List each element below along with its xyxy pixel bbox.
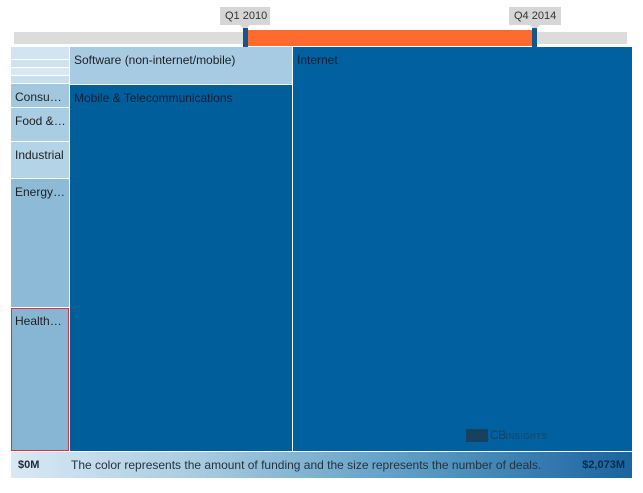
treemap-cell-healthcare[interactable]: Health…	[11, 308, 69, 451]
treemap-dashboard: Q1 2010 Q4 2014 Internet Mobile & Teleco…	[0, 0, 643, 493]
treemap-cell-small-1[interactable]	[11, 47, 69, 59]
treemap-cell-label: Energy…	[15, 185, 66, 199]
cb-insights-logo-text: CBINSIGHTS	[490, 428, 548, 442]
treemap-cell-internet[interactable]: Internet	[293, 47, 632, 451]
treemap-cell-energy[interactable]: Energy…	[11, 179, 69, 307]
treemap-cell-consumer[interactable]: Consu…	[11, 84, 69, 107]
time-slider-start-handle[interactable]	[243, 28, 248, 48]
treemap-chart: Internet Mobile & Telecommunications Sof…	[11, 47, 632, 451]
treemap-cell-mobile-telecommunications[interactable]: Mobile & Telecommunications	[70, 85, 292, 451]
legend-min-label: $0M	[18, 459, 40, 471]
treemap-cell-industrial[interactable]: Industrial	[11, 142, 69, 178]
cb-insights-logo-icon	[466, 428, 488, 442]
treemap-cell-label: Internet	[297, 53, 338, 67]
funding-color-legend: $0M The color represents the amount of f…	[11, 452, 632, 478]
treemap-cell-software[interactable]: Software (non-internet/mobile)	[70, 47, 292, 84]
treemap-cell-label: Health…	[15, 314, 62, 328]
time-slider-selected-range[interactable]	[248, 30, 535, 46]
legend-caption: The color represents the amount of fundi…	[71, 458, 542, 472]
time-slider-end-handle[interactable]	[532, 28, 537, 48]
treemap-cell-label: Mobile & Telecommunications	[74, 91, 233, 105]
treemap-cell-small-2[interactable]	[11, 60, 69, 67]
treemap-cell-small-3[interactable]	[11, 68, 69, 75]
cb-insights-logo: CBINSIGHTS	[466, 428, 547, 442]
slider-end-label: Q4 2014	[509, 7, 561, 30]
slider-start-label: Q1 2010	[220, 7, 270, 30]
treemap-cell-food[interactable]: Food &…	[11, 108, 69, 141]
legend-max-label: $2,073M	[582, 459, 625, 471]
treemap-cell-label: Software (non-internet/mobile)	[74, 53, 236, 67]
treemap-cell-label: Consu…	[15, 90, 62, 104]
treemap-cell-small-4[interactable]	[11, 76, 69, 83]
treemap-cell-label: Industrial	[15, 148, 64, 162]
treemap-cell-label: Food &…	[15, 114, 66, 128]
